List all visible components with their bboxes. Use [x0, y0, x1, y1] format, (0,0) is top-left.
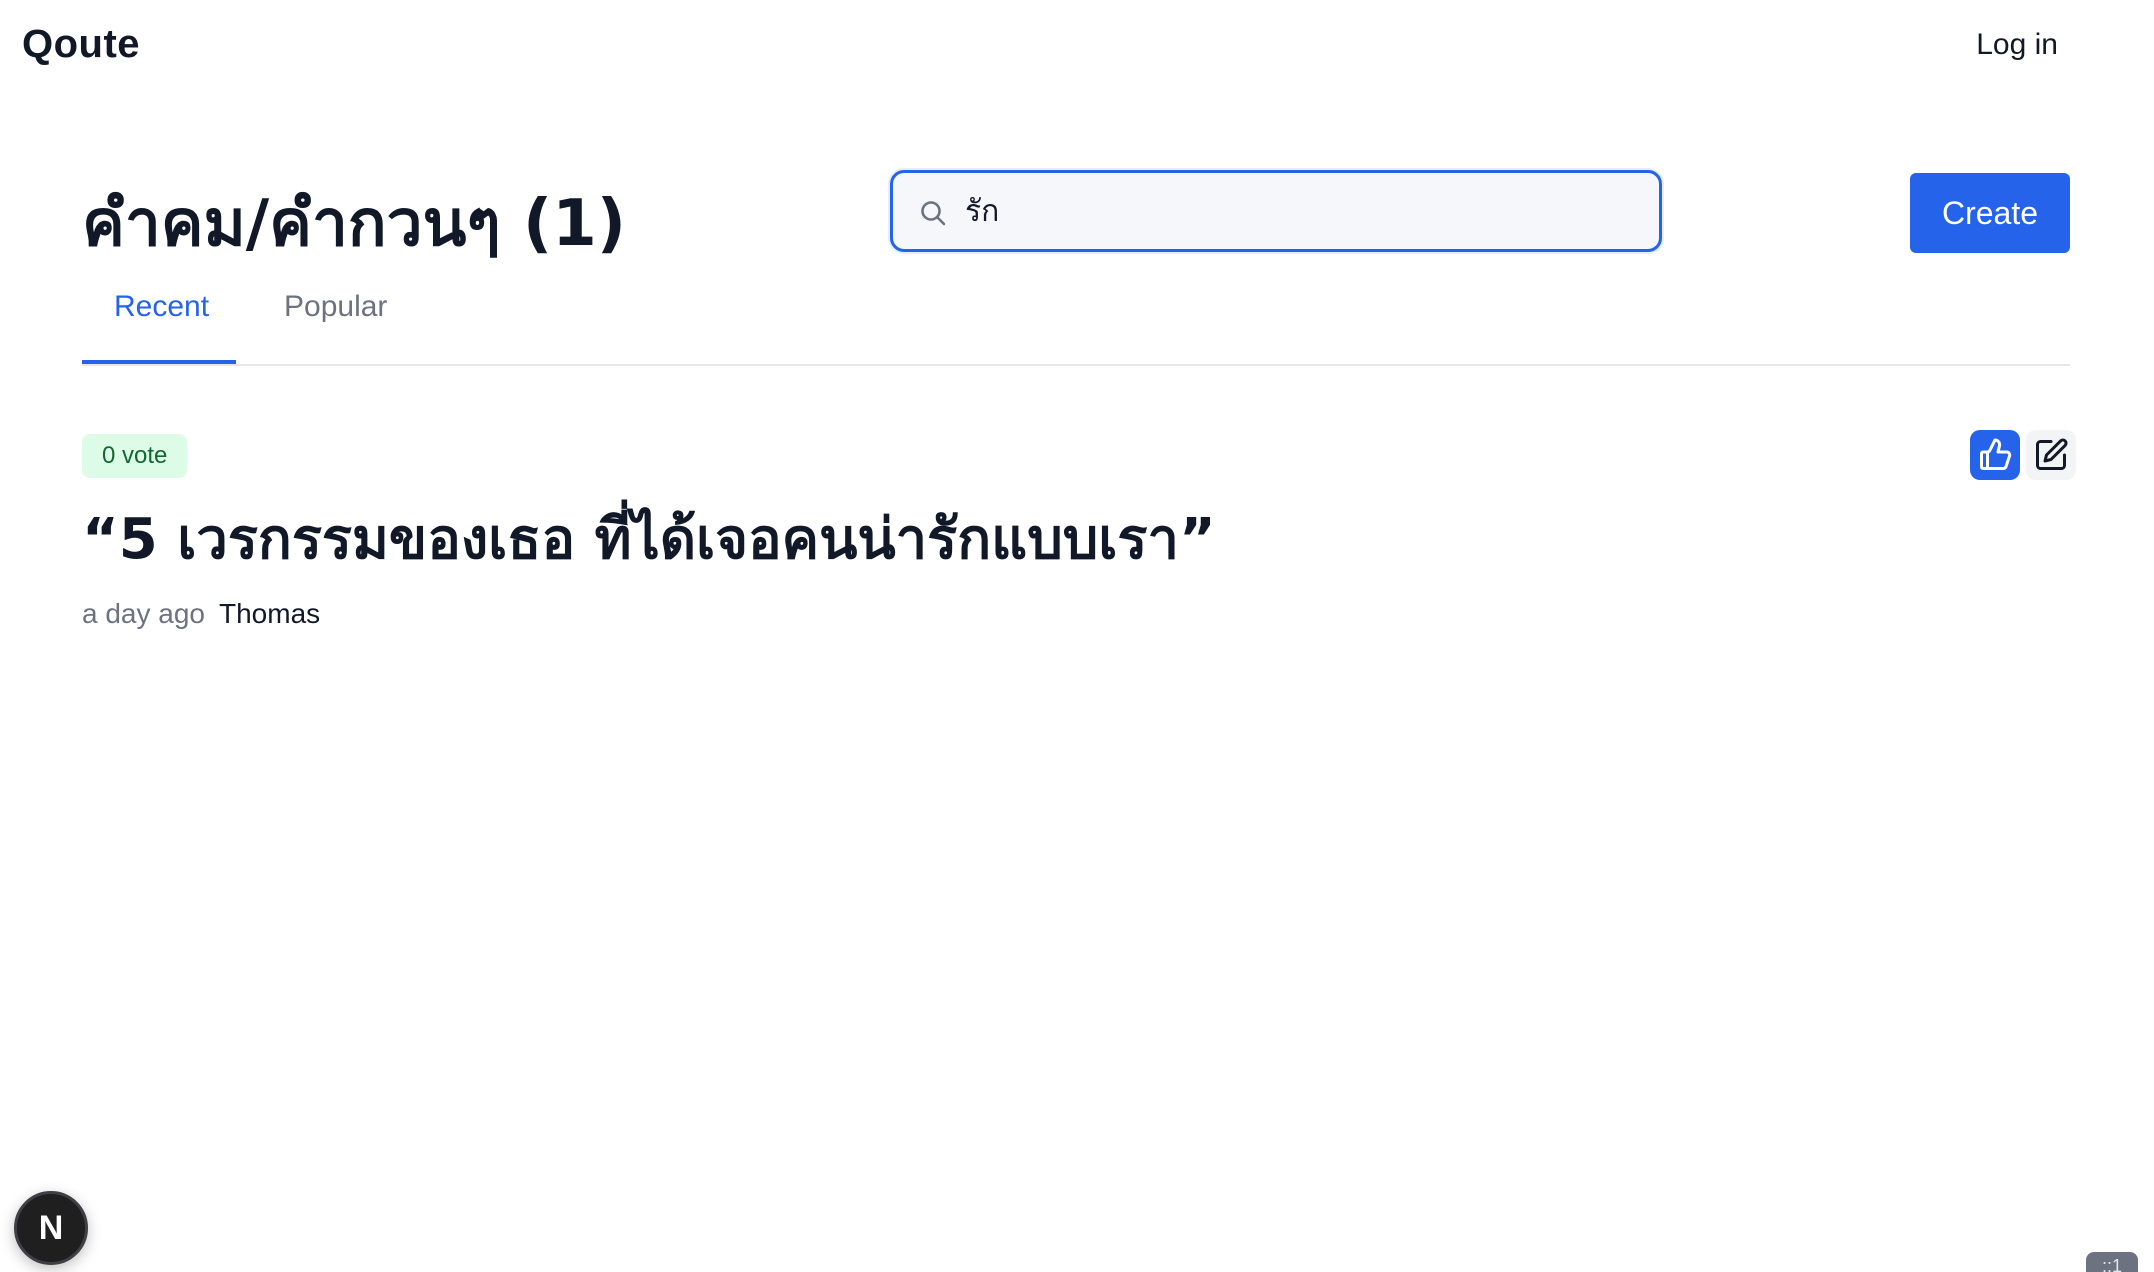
quote-meta: a day ago Thomas [82, 598, 320, 630]
quote-text[interactable]: “5 เวรกรรมของเธอ ที่ได้เจอคนน่ารักแบบเรา… [82, 494, 1216, 583]
dev-tools-badge[interactable]: N [14, 1191, 88, 1265]
create-button[interactable]: Create [1910, 173, 2070, 253]
edit-button[interactable] [2026, 430, 2076, 480]
search-icon [921, 201, 946, 226]
page: Qoute Log in คำคม/คำกวนๆ (1) Create Rece… [0, 0, 2154, 1272]
login-link[interactable]: Log in [1976, 28, 2058, 62]
like-button[interactable] [1970, 430, 2020, 480]
thumbs-up-icon [1980, 438, 2012, 470]
quote-author[interactable]: Thomas [219, 598, 320, 629]
search-box[interactable] [890, 170, 1662, 252]
vote-count-badge: 0 vote [82, 434, 188, 478]
quote-item: 0 vote “5 เวรกรรมของเธอ ที่ได้เจอคนน่ารั… [82, 430, 2076, 650]
tab-recent[interactable]: Recent [114, 290, 209, 324]
page-title: คำคม/คำกวนๆ (1) [82, 187, 626, 261]
corner-tag: ::1 [2086, 1252, 2138, 1272]
brand-logo[interactable]: Qoute [22, 22, 140, 67]
tab-bar: Recent Popular [82, 270, 2070, 366]
navbar: Qoute Log in [0, 0, 2154, 92]
search-input[interactable] [965, 173, 1635, 249]
tab-popular[interactable]: Popular [284, 290, 387, 324]
quote-timestamp: a day ago [82, 598, 205, 629]
edit-icon [2036, 438, 2068, 470]
active-tab-indicator [82, 360, 236, 364]
